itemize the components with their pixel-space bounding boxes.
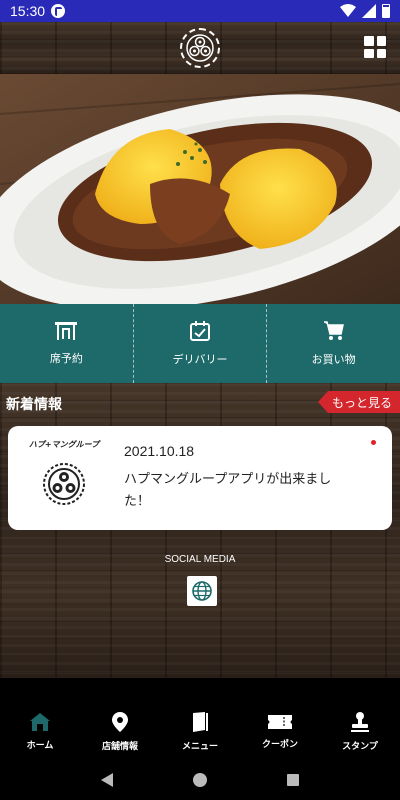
cart-icon	[323, 321, 344, 340]
social-media-label: SOCIAL MEDIA	[164, 554, 236, 565]
grid-menu-button[interactable]	[364, 36, 386, 58]
website-link-button[interactable]	[187, 576, 217, 606]
notification-app-icon	[51, 4, 66, 18]
nav-label: クーポン	[261, 740, 298, 750]
nav-coupon[interactable]: クーポン	[240, 703, 320, 760]
home-system-button[interactable]	[180, 765, 220, 795]
thumbnail-logo-text: ハプ+マングループ	[28, 440, 100, 449]
back-button[interactable]	[87, 765, 127, 795]
table-icon	[55, 322, 78, 340]
news-section-title: 新着情報	[6, 396, 62, 412]
more-news-button[interactable]: もっと見る	[318, 391, 400, 413]
book-icon	[193, 712, 208, 732]
nav-label: スタンプ	[342, 742, 378, 752]
unread-indicator	[371, 440, 376, 445]
status-icons	[340, 4, 390, 18]
delivery-button[interactable]: デリバリー	[132, 304, 267, 383]
news-text: ハプマングループアプリが出来ました！	[124, 472, 332, 509]
calendar-check-icon	[190, 321, 210, 341]
battery-icon	[382, 4, 390, 18]
nav-home[interactable]: ホーム	[0, 703, 80, 760]
brand-logo	[180, 28, 220, 68]
signal-icon	[362, 4, 376, 18]
home-circle-icon	[192, 773, 207, 787]
bottom-navigation: ホーム 店舗情報 メニュー クーポン スタンプ	[0, 703, 400, 760]
app-header	[0, 22, 400, 74]
quick-action-row: 席予約 デリバリー お買い物	[0, 304, 400, 383]
recents-square-icon	[287, 774, 300, 786]
ticket-icon	[268, 715, 292, 729]
recents-button[interactable]	[273, 765, 313, 795]
nav-stamp[interactable]: スタンプ	[320, 703, 400, 760]
system-navigation-bar	[0, 760, 400, 800]
crest-icon	[43, 463, 85, 505]
location-pin-icon	[112, 712, 128, 732]
news-thumbnail: ハプ+マングループ	[28, 440, 100, 516]
action-label: お買い物	[311, 354, 356, 366]
status-time: 15:30	[10, 3, 46, 19]
stamp-icon	[351, 712, 369, 732]
news-date: 2021.10.18	[124, 443, 195, 459]
omelette-rice-illustration	[0, 74, 400, 304]
nav-menu[interactable]: メニュー	[160, 703, 240, 760]
reserve-seat-button[interactable]: 席予約	[0, 304, 133, 383]
grid-cell	[376, 48, 386, 58]
grid-cell	[364, 36, 374, 46]
nav-store-info[interactable]: 店舗情報	[80, 703, 160, 760]
main-content: 新着情報 もっと見る ハプ+マングループ 2021.10.18 ハプマングループ…	[0, 383, 400, 678]
nav-label: メニュー	[181, 742, 218, 752]
status-bar: 15:30	[0, 0, 400, 22]
shopping-button[interactable]: お買い物	[266, 304, 400, 383]
action-label: 席予約	[49, 353, 83, 365]
grid-cell	[376, 36, 386, 46]
back-triangle-icon	[100, 773, 113, 787]
hero-food-image	[0, 74, 400, 304]
action-label: デリバリー	[172, 354, 228, 366]
news-card[interactable]: ハプ+マングループ 2021.10.18 ハプマングループアプリが出来ました！	[8, 426, 392, 530]
home-icon	[30, 713, 50, 731]
nav-label: ホーム	[26, 741, 54, 751]
wifi-icon	[340, 4, 356, 17]
nav-label: 店舗情報	[101, 742, 138, 752]
crest-icon	[186, 34, 214, 62]
grid-cell	[364, 48, 374, 58]
globe-icon	[192, 581, 212, 601]
